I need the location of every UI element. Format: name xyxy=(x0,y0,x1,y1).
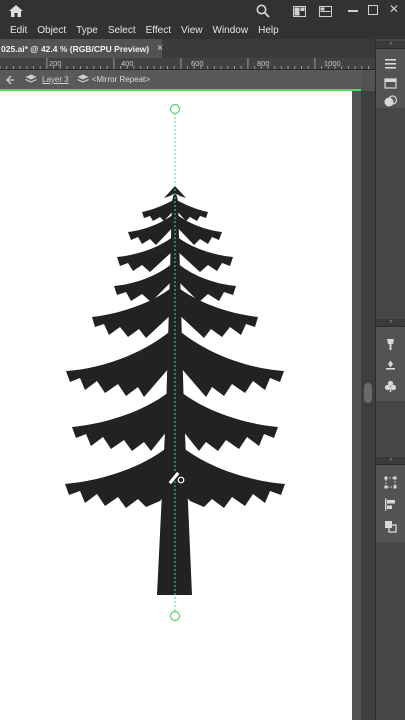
tree-artwork[interactable] xyxy=(0,91,361,720)
vertical-scrollbar[interactable] xyxy=(361,91,375,720)
back-arrow-icon[interactable] xyxy=(5,75,15,85)
dock-group-2 xyxy=(376,326,405,401)
layers-icon[interactable] xyxy=(383,76,398,91)
document-tab-title: 025.ai* @ 42.4 % (RGB/CPU Preview) xyxy=(1,43,150,54)
ruler-label: 1000 xyxy=(324,59,341,68)
ruler-label: 200 xyxy=(49,59,62,68)
illustrator-window: ✕ Edit Object Type Select Effect View Wi… xyxy=(0,0,405,720)
ruler-label: 800 xyxy=(257,59,270,68)
menu-bar: Edit Object Type Select Effect View Wind… xyxy=(0,22,405,39)
symbols-icon[interactable] xyxy=(383,359,398,374)
isolation-mode-bar: Layer 3 <Mirror Repeat> xyxy=(0,70,361,89)
panel-dock: » » » xyxy=(375,39,405,720)
menu-window[interactable]: Window xyxy=(213,25,249,36)
maximize-button[interactable] xyxy=(368,5,378,15)
document-tab[interactable]: 025.ai* @ 42.4 % (RGB/CPU Preview) × xyxy=(0,39,163,58)
ruler-label: 600 xyxy=(191,59,204,68)
menu-object[interactable]: Object xyxy=(37,25,66,36)
breadcrumb-layer[interactable]: Layer 3 xyxy=(42,75,69,84)
mirror-axis-handle-top[interactable] xyxy=(169,103,181,115)
menu-type[interactable]: Type xyxy=(76,25,98,36)
dock-grip[interactable]: » xyxy=(376,41,405,48)
close-tab-icon[interactable]: × xyxy=(157,43,163,54)
mirror-axis-handle-bottom[interactable] xyxy=(169,610,181,622)
horizontal-ruler[interactable]: 200 400 600 800 1000 xyxy=(0,58,375,70)
dock-grip[interactable]: » xyxy=(376,457,405,464)
dock-grip[interactable]: » xyxy=(376,319,405,326)
menu-view[interactable]: View xyxy=(181,25,203,36)
ruler-label: 400 xyxy=(121,59,134,68)
close-window-button[interactable]: ✕ xyxy=(389,3,399,15)
club-symbol-icon[interactable] xyxy=(383,379,398,394)
panels-icon[interactable] xyxy=(319,6,332,17)
brushes-icon[interactable] xyxy=(383,337,398,352)
menu-edit[interactable]: Edit xyxy=(10,25,27,36)
home-icon[interactable] xyxy=(8,4,24,18)
menu-select[interactable]: Select xyxy=(108,25,136,36)
pathfinder-icon[interactable] xyxy=(383,519,398,534)
appearance-icon[interactable] xyxy=(383,94,398,109)
scrollbar-thumb[interactable] xyxy=(364,383,372,403)
properties-icon[interactable] xyxy=(383,56,398,71)
menu-effect[interactable]: Effect xyxy=(146,25,171,36)
group-stack-icon xyxy=(76,74,89,83)
title-bar: ✕ xyxy=(0,0,405,22)
align-icon[interactable] xyxy=(383,497,398,512)
document-tab-bar: 025.ai* @ 42.4 % (RGB/CPU Preview) × xyxy=(0,39,375,58)
transform-icon[interactable] xyxy=(383,475,398,490)
layer-stack-icon xyxy=(25,74,37,83)
dock-group-3 xyxy=(376,464,405,542)
menu-help[interactable]: Help xyxy=(258,25,279,36)
arrange-documents-icon[interactable] xyxy=(293,6,306,17)
minimize-button[interactable] xyxy=(348,10,358,12)
dock-group-1 xyxy=(376,48,405,108)
search-icon[interactable] xyxy=(256,4,270,18)
breadcrumb-group[interactable]: <Mirror Repeat> xyxy=(92,75,150,84)
